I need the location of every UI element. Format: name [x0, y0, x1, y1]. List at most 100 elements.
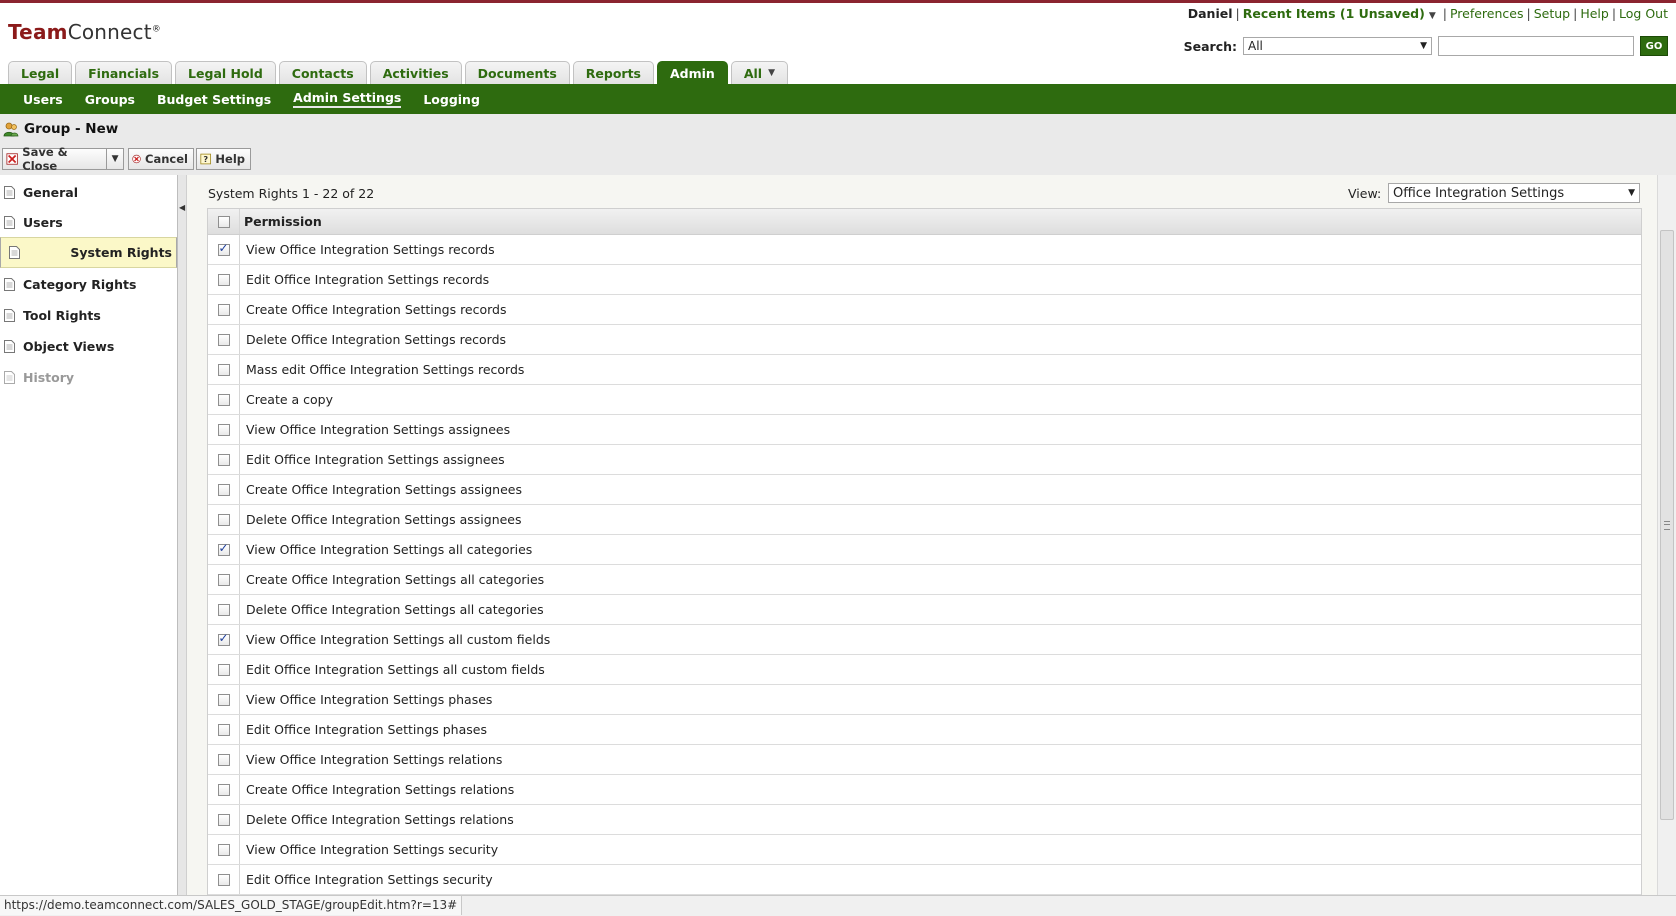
admin-subnav: Users Groups Budget Settings Admin Setti… — [0, 84, 1676, 114]
permission-label: Mass edit Office Integration Settings re… — [246, 362, 525, 377]
subnav-groups[interactable]: Groups — [85, 92, 135, 107]
sidebar-item-object-views[interactable]: Object Views — [0, 331, 177, 361]
preferences-link[interactable]: Preferences — [1450, 6, 1524, 21]
document-icon — [4, 277, 15, 291]
permission-checkbox[interactable] — [217, 541, 230, 556]
document-icon — [4, 339, 15, 353]
permission-checkbox[interactable] — [217, 783, 230, 796]
permission-label: Delete Office Integration Settings assig… — [246, 512, 522, 527]
permission-checkbox[interactable] — [217, 333, 230, 346]
table-header: Permission — [208, 209, 1641, 235]
search-input[interactable] — [1438, 36, 1634, 56]
tab-legal-hold[interactable]: Legal Hold — [175, 61, 276, 84]
permission-checkbox[interactable] — [217, 603, 230, 616]
tab-reports[interactable]: Reports — [572, 61, 654, 84]
table-row: Delete Office Integration Settings all c… — [208, 595, 1641, 625]
permission-checkbox[interactable] — [217, 573, 230, 586]
logout-link[interactable]: Log Out — [1619, 6, 1668, 21]
help-button[interactable]: ? Help — [196, 148, 251, 170]
tab-legal[interactable]: Legal — [8, 61, 73, 84]
tab-all[interactable]: All ▼ — [730, 61, 788, 84]
table-row: Mass edit Office Integration Settings re… — [208, 355, 1641, 385]
save-close-button[interactable]: Save & Close ▼ — [2, 145, 124, 173]
permission-checkbox[interactable] — [217, 303, 230, 316]
sidebar-item-tool-rights[interactable]: Tool Rights — [0, 300, 177, 330]
search-scope-select[interactable]: All ▼ — [1243, 37, 1432, 55]
permission-column-header: Permission — [244, 214, 322, 229]
table-row: View Office Integration Settings all cus… — [208, 625, 1641, 655]
save-icon — [6, 153, 18, 165]
permission-checkbox[interactable] — [217, 813, 230, 826]
select-all-checkbox[interactable] — [217, 215, 230, 228]
setup-link[interactable]: Setup — [1534, 6, 1570, 21]
permission-checkbox[interactable] — [217, 873, 230, 886]
table-row: Create Office Integration Settings recor… — [208, 295, 1641, 325]
permission-checkbox[interactable] — [217, 393, 230, 406]
sidebar-item-category-rights[interactable]: Category Rights — [0, 269, 177, 299]
table-row: Create Office Integration Settings all c… — [208, 565, 1641, 595]
subnav-budget-settings[interactable]: Budget Settings — [157, 92, 271, 107]
table-row: Edit Office Integration Settings records — [208, 265, 1641, 295]
subnav-logging[interactable]: Logging — [423, 92, 480, 107]
collapse-left-icon[interactable]: ◀ — [179, 203, 185, 212]
tab-financials[interactable]: Financials — [75, 61, 173, 84]
search-go-button[interactable]: GO — [1640, 36, 1668, 56]
tab-admin[interactable]: Admin — [656, 61, 728, 84]
tab-documents[interactable]: Documents — [464, 61, 570, 84]
tab-contacts[interactable]: Contacts — [278, 61, 367, 84]
main-tabs: Legal Financials Legal Hold Contacts Act… — [8, 61, 788, 84]
document-icon — [9, 246, 20, 259]
top-links: Daniel | Recent Items (1 Unsaved) ▼ | Prefer… — [1187, 6, 1668, 21]
permission-checkbox[interactable] — [217, 753, 230, 766]
permission-checkbox[interactable] — [217, 423, 230, 436]
subnav-users[interactable]: Users — [23, 92, 63, 107]
permission-checkbox[interactable] — [217, 631, 230, 646]
permission-label: View Office Integration Settings relatio… — [246, 752, 503, 767]
table-row: Edit Office Integration Settings all cus… — [208, 655, 1641, 685]
page-title-bar: Group - New — [0, 114, 1676, 146]
document-icon — [4, 370, 15, 384]
document-icon — [4, 185, 15, 199]
help-link[interactable]: Help — [1580, 6, 1609, 21]
table-row: Create a copy — [208, 385, 1641, 415]
permission-checkbox[interactable] — [217, 363, 230, 376]
permission-checkbox[interactable] — [217, 693, 230, 706]
sidebar-item-general[interactable]: General — [0, 177, 177, 207]
vertical-scrollbar-thumb[interactable] — [1660, 230, 1674, 820]
subnav-admin-settings[interactable]: Admin Settings — [293, 90, 402, 108]
sidebar-item-users[interactable]: Users — [0, 207, 177, 237]
permission-checkbox[interactable] — [217, 513, 230, 526]
permission-label: Edit Office Integration Settings records — [246, 272, 490, 287]
permission-checkbox[interactable] — [217, 663, 230, 676]
permission-checkbox[interactable] — [217, 483, 230, 496]
permission-checkbox[interactable] — [217, 723, 230, 736]
view-select[interactable]: Office Integration Settings ▼ — [1388, 183, 1640, 203]
sidebar-splitter[interactable]: ◀ — [178, 175, 187, 895]
permission-label: View Office Integration Settings securit… — [246, 842, 499, 857]
permission-label: Create Office Integration Settings relat… — [246, 782, 515, 797]
permission-label: View Office Integration Settings all cat… — [246, 542, 533, 557]
permission-label: Create Office Integration Settings all c… — [246, 572, 545, 587]
permission-checkbox[interactable] — [217, 843, 230, 856]
chevron-down-icon[interactable]: ▼ — [106, 149, 123, 169]
permission-label: View Office Integration Settings assigne… — [246, 422, 511, 437]
search-bar: Search: All ▼ GO — [1184, 35, 1668, 57]
page-title: Group - New — [24, 121, 119, 137]
permission-label: Delete Office Integration Settings all c… — [246, 602, 544, 617]
cancel-button[interactable]: Cancel — [128, 148, 194, 170]
chevron-down-icon[interactable]: ▼ — [1429, 11, 1436, 21]
table-row: View Office Integration Settings securit… — [208, 835, 1641, 865]
permission-checkbox[interactable] — [217, 273, 230, 286]
current-user: Daniel — [1187, 6, 1233, 21]
tab-activities[interactable]: Activities — [369, 61, 462, 84]
sidebar-item-system-rights[interactable]: System Rights — [0, 237, 177, 268]
table-row: View Office Integration Settings relatio… — [208, 745, 1641, 775]
top-accent-line — [0, 0, 1676, 3]
permissions-table: Permission View Office Integration Setti… — [207, 208, 1642, 896]
permission-label: Delete Office Integration Settings recor… — [246, 332, 507, 347]
recent-items-link[interactable]: Recent Items (1 Unsaved) — [1243, 6, 1425, 21]
chevron-down-icon: ▼ — [768, 68, 775, 78]
permission-checkbox[interactable] — [217, 453, 230, 466]
table-row: Edit Office Integration Settings phases — [208, 715, 1641, 745]
permission-checkbox[interactable] — [217, 241, 230, 256]
